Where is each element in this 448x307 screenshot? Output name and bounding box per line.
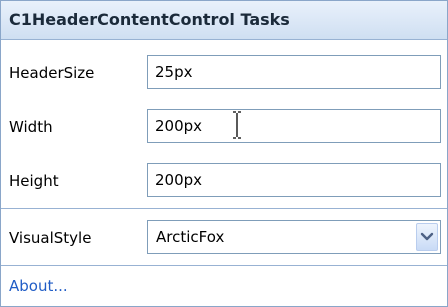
panel-title: C1HeaderContentControl Tasks (9, 10, 290, 29)
panel-title-bar: C1HeaderContentControl Tasks (1, 1, 447, 40)
visual-style-select[interactable]: ArcticFox (147, 220, 441, 254)
text-cursor-icon (233, 111, 241, 139)
section-divider (1, 208, 447, 209)
smart-tag-panel: C1HeaderContentControl Tasks HeaderSize … (0, 0, 448, 307)
visual-style-value: ArcticFox (156, 228, 225, 246)
panel-footer: About... (1, 266, 447, 306)
width-input[interactable] (147, 109, 441, 143)
height-input[interactable] (147, 163, 441, 197)
visual-style-dropdown-button[interactable] (416, 223, 438, 251)
header-size-label: HeaderSize (9, 64, 95, 82)
about-link[interactable]: About... (9, 277, 68, 295)
width-label: Width (9, 118, 53, 136)
height-label: Height (9, 172, 59, 190)
chevron-down-icon (420, 232, 434, 241)
visual-style-label: VisualStyle (9, 229, 92, 247)
header-size-input[interactable] (147, 55, 441, 89)
